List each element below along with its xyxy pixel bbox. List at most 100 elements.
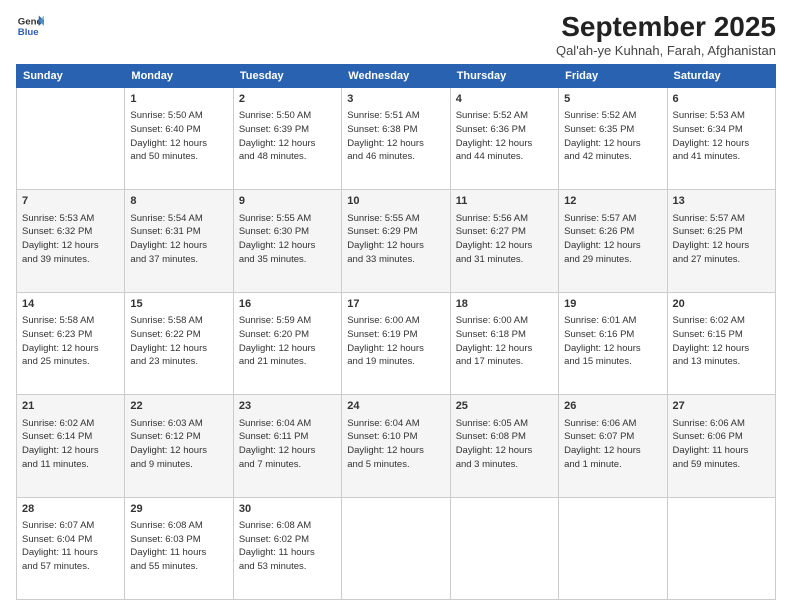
day-number: 5	[564, 92, 661, 107]
day-detail: Sunrise: 6:08 AM Sunset: 6:02 PM Dayligh…	[239, 519, 336, 574]
day-number: 12	[564, 194, 661, 209]
table-row: 16 Sunrise: 5:59 AM Sunset: 6:20 PM Dayli…	[233, 292, 341, 394]
table-row: 30Sunrise: 6:08 AM Sunset: 6:02 PM Dayli…	[233, 497, 341, 599]
calendar-week-4: 28 Sunrise: 6:07 AM Sunset: 6:04 PM Dayli…	[17, 497, 776, 599]
table-row: 20 Sunrise: 6:02 AM Sunset: 6:15 PM Dayli…	[667, 292, 775, 394]
table-row: 4Sunrise: 5:52 AM Sunset: 6:36 PM Daylig…	[450, 87, 558, 189]
header-wednesday: Wednesday	[342, 64, 450, 87]
day-number: 4	[456, 92, 553, 107]
calendar-week-1: 7 Sunrise: 5:53 AM Sunset: 6:32 PM Daylig…	[17, 190, 776, 292]
table-row: 14Sunrise: 5:58 AM Sunset: 6:23 PM Dayli…	[17, 292, 125, 394]
calendar: Sunday Monday Tuesday Wednesday Thursday…	[16, 64, 776, 600]
day-detail: Sunrise: 5:56 AM Sunset: 6:27 PM Dayligh…	[456, 212, 553, 267]
table-row: 25 Sunrise: 6:05 AM Sunset: 6:08 PM Dayli…	[450, 395, 558, 497]
calendar-week-3: 21Sunrise: 6:02 AM Sunset: 6:14 PM Dayli…	[17, 395, 776, 497]
table-row: 1 Sunrise: 5:50 AM Sunset: 6:40 PM Daylig…	[125, 87, 233, 189]
table-row	[342, 497, 450, 599]
table-row	[667, 497, 775, 599]
day-detail: Sunrise: 6:06 AM Sunset: 6:06 PM Dayligh…	[673, 417, 770, 472]
table-row: 12 Sunrise: 5:57 AM Sunset: 6:26 PM Dayli…	[559, 190, 667, 292]
day-number: 17	[347, 297, 444, 312]
calendar-week-0: 1 Sunrise: 5:50 AM Sunset: 6:40 PM Daylig…	[17, 87, 776, 189]
table-row: 10 Sunrise: 5:55 AM Sunset: 6:29 PM Dayli…	[342, 190, 450, 292]
day-number: 26	[564, 399, 661, 414]
table-row: 29 Sunrise: 6:08 AM Sunset: 6:03 PM Dayli…	[125, 497, 233, 599]
day-number: 23	[239, 399, 336, 414]
day-detail: Sunrise: 6:08 AM Sunset: 6:03 PM Dayligh…	[130, 519, 227, 574]
weekday-row: Sunday Monday Tuesday Wednesday Thursday…	[17, 64, 776, 87]
table-row: 23Sunrise: 6:04 AM Sunset: 6:11 PM Dayli…	[233, 395, 341, 497]
day-detail: Sunrise: 5:58 AM Sunset: 6:22 PM Dayligh…	[130, 314, 227, 369]
day-detail: Sunrise: 5:55 AM Sunset: 6:29 PM Dayligh…	[347, 212, 444, 267]
table-row: 5 Sunrise: 5:52 AM Sunset: 6:35 PM Daylig…	[559, 87, 667, 189]
table-row: 18 Sunrise: 6:00 AM Sunset: 6:18 PM Dayli…	[450, 292, 558, 394]
calendar-week-2: 14Sunrise: 5:58 AM Sunset: 6:23 PM Dayli…	[17, 292, 776, 394]
table-row: 21Sunrise: 6:02 AM Sunset: 6:14 PM Dayli…	[17, 395, 125, 497]
day-detail: Sunrise: 5:53 AM Sunset: 6:32 PM Dayligh…	[22, 212, 119, 267]
header-sunday: Sunday	[17, 64, 125, 87]
day-detail: Sunrise: 5:50 AM Sunset: 6:40 PM Dayligh…	[130, 109, 227, 164]
day-number: 27	[673, 399, 770, 414]
day-number: 18	[456, 297, 553, 312]
day-number: 2	[239, 92, 336, 107]
day-number: 24	[347, 399, 444, 414]
day-number: 1	[130, 92, 227, 107]
day-number: 20	[673, 297, 770, 312]
day-number: 15	[130, 297, 227, 312]
table-row	[559, 497, 667, 599]
day-detail: Sunrise: 6:05 AM Sunset: 6:08 PM Dayligh…	[456, 417, 553, 472]
table-row: 19 Sunrise: 6:01 AM Sunset: 6:16 PM Dayli…	[559, 292, 667, 394]
day-detail: Sunrise: 6:04 AM Sunset: 6:10 PM Dayligh…	[347, 417, 444, 472]
day-detail: Sunrise: 5:52 AM Sunset: 6:35 PM Dayligh…	[564, 109, 661, 164]
table-row	[450, 497, 558, 599]
table-row: 3Sunrise: 5:51 AM Sunset: 6:38 PM Daylig…	[342, 87, 450, 189]
day-detail: Sunrise: 5:55 AM Sunset: 6:30 PM Dayligh…	[239, 212, 336, 267]
logo-icon: General Blue	[16, 12, 44, 40]
page: General Blue September 2025 Qal'ah-ye Ku…	[0, 0, 792, 612]
day-number: 25	[456, 399, 553, 414]
svg-text:Blue: Blue	[18, 27, 39, 38]
header-saturday: Saturday	[667, 64, 775, 87]
day-number: 13	[673, 194, 770, 209]
day-number: 14	[22, 297, 119, 312]
table-row: 6 Sunrise: 5:53 AM Sunset: 6:34 PM Daylig…	[667, 87, 775, 189]
day-number: 9	[239, 194, 336, 209]
day-number: 7	[22, 194, 119, 209]
table-row: 27 Sunrise: 6:06 AM Sunset: 6:06 PM Dayli…	[667, 395, 775, 497]
day-detail: Sunrise: 5:54 AM Sunset: 6:31 PM Dayligh…	[130, 212, 227, 267]
calendar-body: 1 Sunrise: 5:50 AM Sunset: 6:40 PM Daylig…	[17, 87, 776, 599]
table-row: 22Sunrise: 6:03 AM Sunset: 6:12 PM Dayli…	[125, 395, 233, 497]
day-detail: Sunrise: 5:50 AM Sunset: 6:39 PM Dayligh…	[239, 109, 336, 164]
table-row: 13Sunrise: 5:57 AM Sunset: 6:25 PM Dayli…	[667, 190, 775, 292]
day-detail: Sunrise: 6:00 AM Sunset: 6:18 PM Dayligh…	[456, 314, 553, 369]
table-row: 9 Sunrise: 5:55 AM Sunset: 6:30 PM Daylig…	[233, 190, 341, 292]
day-detail: Sunrise: 5:59 AM Sunset: 6:20 PM Dayligh…	[239, 314, 336, 369]
day-detail: Sunrise: 5:53 AM Sunset: 6:34 PM Dayligh…	[673, 109, 770, 164]
day-detail: Sunrise: 6:00 AM Sunset: 6:19 PM Dayligh…	[347, 314, 444, 369]
header-thursday: Thursday	[450, 64, 558, 87]
day-detail: Sunrise: 6:01 AM Sunset: 6:16 PM Dayligh…	[564, 314, 661, 369]
table-row: 28 Sunrise: 6:07 AM Sunset: 6:04 PM Dayli…	[17, 497, 125, 599]
day-number: 10	[347, 194, 444, 209]
table-row: 7 Sunrise: 5:53 AM Sunset: 6:32 PM Daylig…	[17, 190, 125, 292]
table-row: 8Sunrise: 5:54 AM Sunset: 6:31 PM Daylig…	[125, 190, 233, 292]
table-row: 2 Sunrise: 5:50 AM Sunset: 6:39 PM Daylig…	[233, 87, 341, 189]
day-detail: Sunrise: 6:03 AM Sunset: 6:12 PM Dayligh…	[130, 417, 227, 472]
day-number: 11	[456, 194, 553, 209]
header-monday: Monday	[125, 64, 233, 87]
day-number: 29	[130, 502, 227, 517]
day-number: 16	[239, 297, 336, 312]
day-detail: Sunrise: 5:57 AM Sunset: 6:26 PM Dayligh…	[564, 212, 661, 267]
day-detail: Sunrise: 6:02 AM Sunset: 6:15 PM Dayligh…	[673, 314, 770, 369]
day-number: 19	[564, 297, 661, 312]
day-detail: Sunrise: 6:07 AM Sunset: 6:04 PM Dayligh…	[22, 519, 119, 574]
header-friday: Friday	[559, 64, 667, 87]
logo: General Blue	[16, 12, 44, 40]
subtitle: Qal'ah-ye Kuhnah, Farah, Afghanistan	[556, 43, 776, 58]
day-number: 6	[673, 92, 770, 107]
main-title: September 2025	[556, 12, 776, 43]
table-row: 24 Sunrise: 6:04 AM Sunset: 6:10 PM Dayli…	[342, 395, 450, 497]
calendar-header: Sunday Monday Tuesday Wednesday Thursday…	[17, 64, 776, 87]
day-number: 28	[22, 502, 119, 517]
header-tuesday: Tuesday	[233, 64, 341, 87]
